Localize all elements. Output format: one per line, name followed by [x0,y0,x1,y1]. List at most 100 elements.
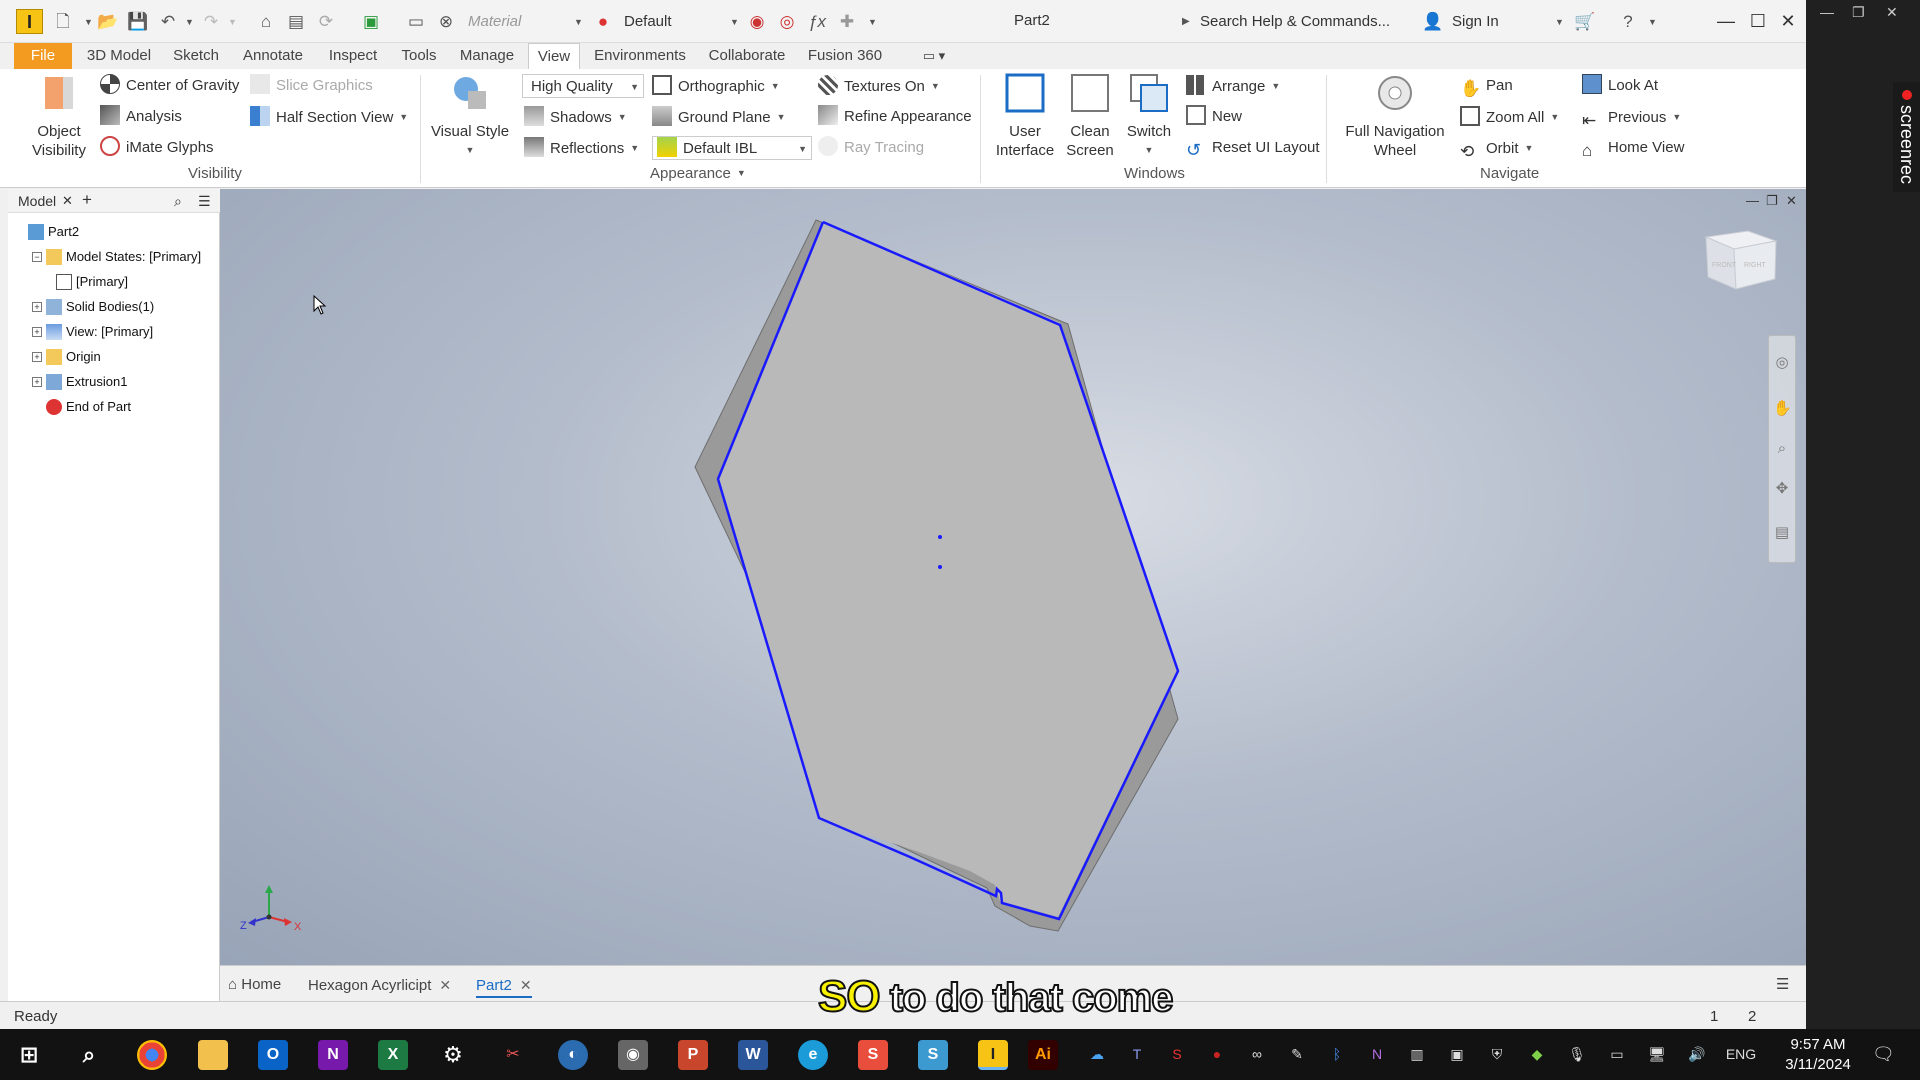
pan-hand-icon[interactable]: ✋ [1773,400,1792,418]
reflections-button[interactable]: Reflections ▼ [524,136,639,160]
material-dropdown-icon[interactable]: ▼ [574,11,584,33]
steering-wheel-icon[interactable]: ◎ [1773,354,1791,372]
ribbon-options-icon[interactable]: ▭ ▾ [914,43,954,69]
browser-close-icon[interactable]: ✕ [62,193,73,209]
expand-icon[interactable]: + [32,352,42,362]
new-dropdown-icon[interactable]: ▼ [84,11,94,33]
shadows-dropdown-icon[interactable]: ▼ [618,105,627,129]
onenote-tray-icon[interactable]: N [1368,1045,1386,1063]
settings-gear-icon[interactable]: ⚙ [438,1040,468,1070]
appearance-dropdown-icon[interactable]: ▼ [730,11,740,33]
word-icon[interactable]: W [738,1040,768,1070]
doc-tab-part2[interactable]: Part2 ✕ [476,972,532,998]
switch-dropdown-icon[interactable]: ▼ [1118,141,1180,160]
outlook-icon[interactable]: O [258,1040,288,1070]
viewcube[interactable]: FRONT RIGHT [1704,230,1778,290]
tab-annotate[interactable]: Annotate [236,43,310,69]
appearance-clear-icon[interactable]: ⊗ [435,11,457,33]
edge-icon[interactable]: e [798,1040,828,1070]
tab-tools[interactable]: Tools [396,43,442,69]
close-tab-icon[interactable]: ✕ [439,977,451,993]
reflections-dropdown-icon[interactable]: ▼ [630,136,639,160]
expand-icon[interactable]: + [32,327,42,337]
network-icon[interactable]: 🖥 [1648,1045,1666,1063]
previous-view-button[interactable]: ⇤ Previous ▼ [1582,105,1681,130]
pan-button[interactable]: ✋ Pan [1460,74,1513,98]
chrome-icon[interactable] [137,1040,167,1070]
undo-dropdown-icon[interactable]: ▼ [185,11,195,33]
skype-icon[interactable]: S [918,1040,948,1070]
battery-icon[interactable]: ▭ [1608,1045,1626,1063]
orthographic-dropdown-icon[interactable]: ▼ [771,74,780,98]
ray-tracing-button[interactable]: Ray Tracing [818,136,924,160]
snipping-tool-icon[interactable]: ✂ [498,1040,528,1070]
tab-environments[interactable]: Environments [588,43,692,69]
close-icon[interactable]: ✕ [1772,7,1804,35]
tabs-menu-icon[interactable]: ☰ [1776,972,1789,998]
switch-button[interactable]: Switch ▼ [1118,73,1180,160]
tree-item[interactable]: − Model States: [Primary] [8,246,218,268]
hardware-icon[interactable]: ▣ [1448,1045,1466,1063]
security-shield-icon[interactable]: ⛨ [1488,1045,1506,1063]
tree-item[interactable]: + Solid Bodies(1) [8,296,218,318]
browser-search-icon[interactable]: ⌕ [174,193,182,210]
slice-graphics-button[interactable]: Slice Graphics [250,74,373,98]
browser-tab-model[interactable]: Model [18,193,56,209]
tab-view[interactable]: View [528,43,580,69]
object-visibility-button[interactable]: Object Visibility [24,73,94,160]
bg-close-icon[interactable]: ✕ [1886,4,1898,21]
analysis-button[interactable]: Analysis [100,105,182,129]
help-dropdown-icon[interactable]: ▼ [1648,11,1658,33]
pen-tray-icon[interactable]: ✎ [1288,1045,1306,1063]
textures-button[interactable]: Textures On ▼ [818,74,940,98]
expand-icon[interactable]: + [32,302,42,312]
ground-plane-button[interactable]: Ground Plane ▼ [652,105,786,129]
snagit-tray-icon[interactable]: S [1168,1045,1186,1063]
reset-ui-layout-button[interactable]: ↺ Reset UI Layout [1186,136,1320,160]
quality-dropdown-icon[interactable]: ▼ [630,75,639,99]
new-window-button[interactable]: New [1186,105,1242,129]
browser-menu-icon[interactable]: ☰ [198,193,211,210]
user-icon[interactable]: 👤 [1422,11,1444,33]
refine-appearance-button[interactable]: Refine Appearance [818,105,972,129]
user-interface-button[interactable]: User Interface [992,73,1058,160]
nvidia-icon[interactable]: ◆ [1528,1045,1546,1063]
appearance-group-label[interactable]: Appearance ▼ [650,165,746,182]
orbit-icon[interactable]: ✥ [1773,480,1791,498]
doc-tab-home[interactable]: ⌂ Home [228,972,281,998]
look-at-icon[interactable]: ▤ [1773,524,1791,542]
select-filter-icon[interactable]: ▣ [360,11,382,33]
maximize-icon[interactable]: ☐ [1742,7,1774,35]
clear-appearance-icon[interactable]: ◎ [776,11,798,33]
half-section-view-button[interactable]: Half Section View ▼ [250,105,408,129]
full-navigation-wheel-button[interactable]: Full Navigation Wheel [1340,73,1450,160]
ibl-dropdown-icon[interactable]: ▼ [798,137,807,161]
work-point[interactable] [938,565,942,569]
appearance-sphere-icon[interactable]: ● [592,11,614,33]
undo-icon[interactable]: ↶ [157,11,179,33]
help-icon[interactable]: ? [1617,11,1639,33]
windows-start-icon[interactable]: ⊞ [14,1040,44,1070]
material-field[interactable]: Material [468,10,588,34]
parameters-fx-icon[interactable]: ƒx [806,11,828,33]
expand-icon[interactable]: + [32,377,42,387]
minimize-icon[interactable]: — [1710,7,1742,35]
inventor-logo-icon[interactable]: I [16,9,43,34]
illustrator-icon[interactable]: Ai [1028,1040,1058,1070]
visual-style-dropdown-icon[interactable]: ▼ [430,141,510,160]
teams-icon[interactable]: T [1128,1045,1146,1063]
search-icon[interactable]: ⌕ [74,1040,104,1070]
snagit-icon[interactable]: S [858,1040,888,1070]
excel-icon[interactable]: X [378,1040,408,1070]
onenote-icon[interactable]: N [318,1040,348,1070]
zoom-icon[interactable]: ⌕ [1773,440,1791,458]
browser-globe-icon[interactable]: ◐ [558,1040,588,1070]
sign-in-dropdown-icon[interactable]: ▼ [1555,11,1565,33]
save-icon[interactable]: 💾 [127,11,149,33]
browser-add-icon[interactable]: + [82,190,92,210]
graphics-viewport[interactable]: — ❐ ✕ X Z FRONT RIGHT ◎ ✋ ⌕ ✥ ▤ [220,189,1806,965]
tab-sketch[interactable]: Sketch [168,43,224,69]
cart-icon[interactable]: 🛒 [1574,11,1596,33]
system-clock[interactable]: 9:57 AM 3/11/2024 [1770,1035,1866,1075]
appearance-group-dropdown-icon[interactable]: ▼ [737,168,746,178]
